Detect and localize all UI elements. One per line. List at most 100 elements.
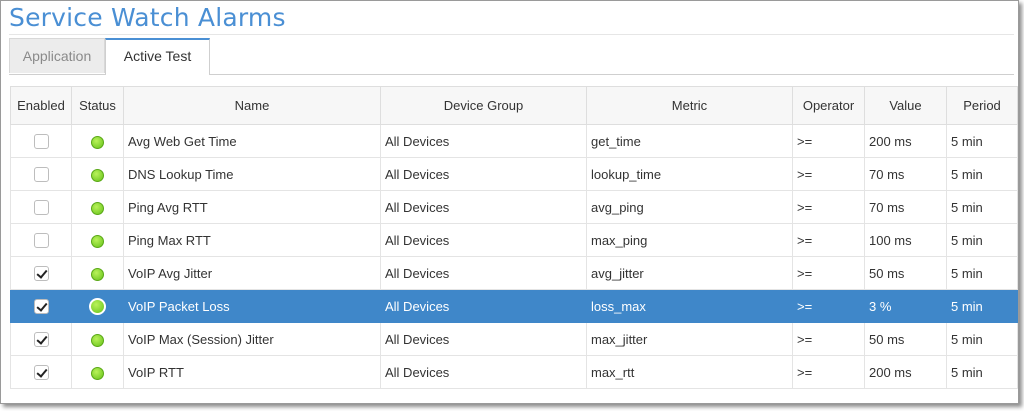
device-group-cell: All Devices [380, 322, 587, 356]
status-cell [71, 289, 124, 323]
enabled-cell [10, 190, 72, 224]
tab-application[interactable]: Application [9, 38, 105, 73]
period-cell: 5 min [946, 289, 1018, 323]
enabled-checkbox[interactable] [33, 200, 49, 216]
value-cell: 70 ms [864, 157, 947, 191]
title-divider [9, 34, 1014, 35]
page-title: Service Watch Alarms [9, 3, 286, 32]
metric-cell: max_rtt [586, 355, 793, 389]
name-cell: Avg Web Get Time [123, 124, 381, 158]
enabled-checkbox[interactable] [33, 167, 49, 183]
operator-cell: >= [792, 223, 865, 257]
table-row[interactable]: Ping Avg RTT All Devices avg_ping >= 70 ms 5 … [10, 190, 1018, 224]
enabled-checkbox[interactable] [33, 299, 49, 315]
device-group-cell: All Devices [380, 289, 587, 323]
table-row[interactable]: VoIP Packet Loss All Devices loss_max >= 3 %… [10, 289, 1018, 323]
value-cell: 200 ms [864, 355, 947, 389]
operator-cell: >= [792, 157, 865, 191]
col-header-enabled[interactable]: Enabled [10, 86, 72, 125]
metric-cell: max_jitter [586, 322, 793, 356]
value-cell: 100 ms [864, 223, 947, 257]
status-cell [71, 124, 124, 158]
status-ok-icon [89, 297, 106, 315]
device-group-cell: All Devices [380, 157, 587, 191]
enabled-cell [10, 157, 72, 191]
col-header-name[interactable]: Name [123, 86, 381, 125]
status-ok-icon [91, 201, 104, 215]
device-group-cell: All Devices [380, 190, 587, 224]
status-ok-icon [91, 366, 104, 380]
value-cell: 3 % [864, 289, 947, 323]
name-cell: VoIP Max (Session) Jitter [123, 322, 381, 356]
enabled-cell [10, 355, 72, 389]
enabled-checkbox[interactable] [33, 266, 49, 282]
name-cell: DNS Lookup Time [123, 157, 381, 191]
status-cell [71, 223, 124, 257]
status-cell [71, 355, 124, 389]
status-cell [71, 256, 124, 290]
metric-cell: avg_jitter [586, 256, 793, 290]
operator-cell: >= [792, 256, 865, 290]
period-cell: 5 min [946, 190, 1018, 224]
operator-cell: >= [792, 190, 865, 224]
device-group-cell: All Devices [380, 355, 587, 389]
status-cell [71, 190, 124, 224]
period-cell: 5 min [946, 223, 1018, 257]
device-group-cell: All Devices [380, 124, 587, 158]
enabled-cell [10, 223, 72, 257]
alarms-panel: Service Watch Alarms Application Active … [0, 0, 1019, 404]
device-group-cell: All Devices [380, 256, 587, 290]
metric-cell: get_time [586, 124, 793, 158]
table-row[interactable]: VoIP Avg Jitter All Devices avg_jitter >= 50… [10, 256, 1018, 290]
name-cell: Ping Avg RTT [123, 190, 381, 224]
enabled-checkbox[interactable] [33, 233, 49, 249]
table-row[interactable]: DNS Lookup Time All Devices lookup_time >= 7… [10, 157, 1018, 191]
enabled-cell [10, 256, 72, 290]
table-row[interactable]: VoIP RTT All Devices max_rtt >= 200 ms 5 min [10, 355, 1018, 389]
value-cell: 200 ms [864, 124, 947, 158]
enabled-cell [10, 289, 72, 323]
value-cell: 50 ms [864, 322, 947, 356]
col-header-device-group[interactable]: Device Group [380, 86, 587, 125]
metric-cell: avg_ping [586, 190, 793, 224]
status-ok-icon [91, 333, 104, 347]
operator-cell: >= [792, 289, 865, 323]
operator-cell: >= [792, 124, 865, 158]
col-header-status[interactable]: Status [71, 86, 124, 125]
name-cell: Ping Max RTT [123, 223, 381, 257]
operator-cell: >= [792, 355, 865, 389]
value-cell: 50 ms [864, 256, 947, 290]
status-ok-icon [91, 234, 104, 248]
period-cell: 5 min [946, 124, 1018, 158]
table-row[interactable]: Avg Web Get Time All Devices get_time >= 200… [10, 124, 1018, 158]
metric-cell: loss_max [586, 289, 793, 323]
tab-bar: Application Active Test [9, 38, 1014, 75]
tab-active-test[interactable]: Active Test [105, 38, 210, 75]
col-header-operator[interactable]: Operator [792, 86, 865, 125]
col-header-period[interactable]: Period [946, 86, 1018, 125]
name-cell: VoIP Avg Jitter [123, 256, 381, 290]
col-header-value[interactable]: Value [864, 86, 947, 125]
period-cell: 5 min [946, 157, 1018, 191]
operator-cell: >= [792, 322, 865, 356]
table-header-row: Enabled Status Name Device Group Metric … [10, 86, 1018, 125]
metric-cell: max_ping [586, 223, 793, 257]
status-ok-icon [91, 135, 104, 149]
enabled-cell [10, 124, 72, 158]
enabled-checkbox[interactable] [33, 134, 49, 150]
name-cell: VoIP Packet Loss [123, 289, 381, 323]
status-cell [71, 322, 124, 356]
period-cell: 5 min [946, 322, 1018, 356]
period-cell: 5 min [946, 355, 1018, 389]
enabled-checkbox[interactable] [33, 365, 49, 381]
enabled-cell [10, 322, 72, 356]
table-row[interactable]: Ping Max RTT All Devices max_ping >= 100 ms 5… [10, 223, 1018, 257]
status-cell [71, 157, 124, 191]
status-ok-icon [91, 168, 104, 182]
status-ok-icon [91, 267, 104, 281]
col-header-metric[interactable]: Metric [586, 86, 793, 125]
metric-cell: lookup_time [586, 157, 793, 191]
table-row[interactable]: VoIP Max (Session) Jitter All Devices max_… [10, 322, 1018, 356]
period-cell: 5 min [946, 256, 1018, 290]
enabled-checkbox[interactable] [33, 332, 49, 348]
